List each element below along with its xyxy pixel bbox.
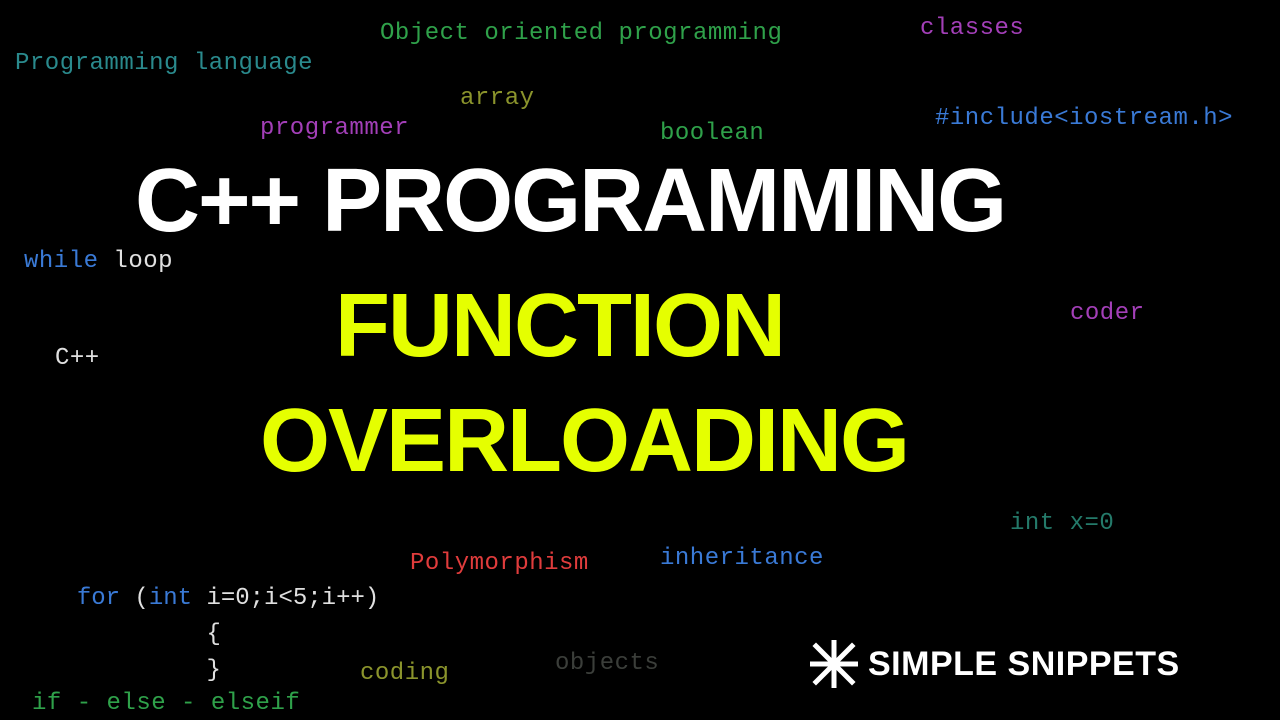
for-brace-open: { (206, 621, 220, 648)
word-ifelse: if - else - elseif (32, 690, 300, 717)
title-sub-1: FUNCTION (335, 275, 784, 378)
word-polymorphism: Polymorphism (410, 550, 589, 577)
word-programming-language: Programming language (15, 50, 313, 77)
word-programmer: programmer (260, 115, 409, 142)
code-for-loop: for (int i=0;i<5;i++) { } (48, 545, 379, 689)
word-boolean: boolean (660, 120, 764, 147)
brand-text: SIMPLE SNIPPETS (868, 645, 1180, 684)
word-intx: int x=0 (1010, 510, 1114, 537)
keyword-while: while (24, 248, 99, 275)
word-loop: loop (99, 248, 174, 275)
for-rest: i=0;i<5;i++) (192, 585, 379, 612)
title-sub-2: OVERLOADING (260, 390, 908, 493)
word-coding: coding (360, 660, 449, 687)
word-oop: Object oriented programming (380, 20, 782, 47)
keyword-int: int (149, 585, 192, 612)
for-brace-close: } (206, 657, 220, 684)
brand-logo-icon (810, 640, 858, 688)
for-paren-open: ( (134, 585, 148, 612)
word-coder: coder (1070, 300, 1145, 327)
title-main: C++ PROGRAMMING (135, 150, 1005, 253)
word-inheritance: inheritance (660, 545, 824, 572)
keyword-for: for (77, 585, 135, 612)
word-include: #include<iostream.h> (935, 105, 1233, 132)
word-array: array (460, 85, 535, 112)
brand: SIMPLE SNIPPETS (810, 640, 1180, 688)
word-while-loop: while loop (24, 248, 173, 275)
word-cpp: C++ (55, 345, 100, 372)
word-objects: objects (555, 650, 659, 677)
word-classes: classes (920, 15, 1024, 42)
